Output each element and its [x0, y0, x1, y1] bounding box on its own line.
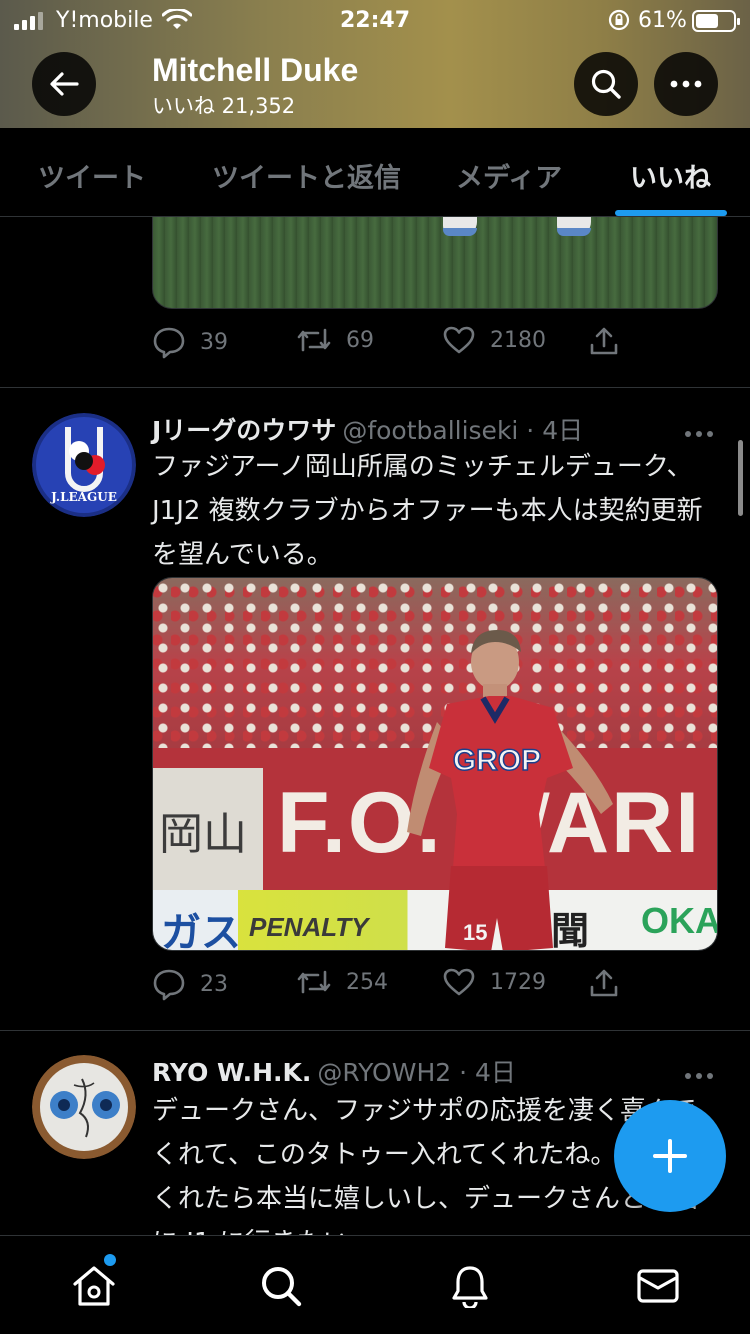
mail-icon	[637, 1269, 679, 1303]
plus-icon	[653, 1139, 687, 1173]
avatar[interactable]: J.LEAGUE	[32, 413, 136, 517]
scrollbar[interactable]	[738, 440, 743, 516]
search-icon	[591, 69, 621, 99]
notification-dot	[104, 1254, 116, 1266]
share-icon	[590, 327, 618, 355]
nav-search[interactable]	[257, 1262, 305, 1310]
heart-icon	[443, 326, 475, 354]
tweet-actions: 23 254 1729	[152, 967, 718, 1007]
rotation-lock-icon	[608, 9, 630, 31]
retweet-icon	[297, 970, 331, 994]
timeline[interactable]: 39 69 2180 J.LEAGUE Jリーグのウワサ @footballise…	[0, 217, 750, 1235]
like-button[interactable]: 1729	[442, 967, 546, 997]
heart-icon	[443, 968, 475, 996]
profile-header: Y!mobile 22:47 61% Mitchell Duke いいね 21,…	[0, 0, 750, 128]
tweet-header: Jリーグのウワサ @footballiseki · 4日	[152, 411, 583, 447]
more-horizontal-icon	[685, 431, 713, 437]
banner-kanji-panel: 岡山	[153, 768, 263, 898]
author-name[interactable]: RYO W.H.K.	[152, 1058, 311, 1087]
tweet-more-button[interactable]	[684, 423, 714, 442]
arrow-left-icon	[50, 72, 79, 96]
more-horizontal-icon	[685, 1073, 713, 1079]
reply-button[interactable]: 39	[152, 325, 228, 359]
reply-count: 23	[200, 971, 228, 997]
tweet-actions: 39 69 2180	[152, 325, 718, 365]
svg-text:GROP: GROP	[453, 744, 541, 777]
status-bar: Y!mobile 22:47 61%	[0, 0, 750, 44]
like-count: 1729	[490, 969, 546, 995]
retweet-count: 69	[346, 327, 374, 353]
tweet-image[interactable]: 岡山 F.O. WARI ガス PENALTY 新聞 OKA GROP 15	[152, 577, 718, 951]
back-button[interactable]	[32, 52, 96, 116]
tab-media[interactable]: メディア	[456, 156, 562, 195]
active-tab-indicator	[615, 210, 727, 216]
bottom-navigation	[0, 1235, 750, 1334]
home-icon	[73, 1266, 115, 1306]
player-boot	[557, 217, 591, 236]
retweet-icon	[297, 328, 331, 352]
like-count: 2180	[490, 327, 546, 353]
battery-icon	[692, 10, 740, 32]
nav-home[interactable]	[70, 1262, 118, 1310]
battery-level	[696, 14, 718, 28]
retweet-button[interactable]: 254	[296, 967, 388, 997]
compose-tweet-button[interactable]	[614, 1100, 726, 1212]
handle-and-time[interactable]: @RYOWH2 · 4日	[317, 1058, 516, 1087]
tab-tweets-and-replies[interactable]: ツイートと返信	[212, 156, 401, 195]
like-button[interactable]: 2180	[442, 325, 546, 355]
jleague-logo: J.LEAGUE	[32, 413, 136, 517]
profile-name: Mitchell Duke	[152, 52, 359, 88]
more-options-button[interactable]	[654, 52, 718, 116]
tweet-divider	[0, 1030, 750, 1031]
retweet-button[interactable]: 69	[296, 325, 374, 355]
signed-ball-avatar	[32, 1055, 136, 1159]
more-horizontal-icon	[670, 80, 702, 88]
search-button[interactable]	[574, 52, 638, 116]
svg-text:15: 15	[463, 920, 487, 945]
retweet-count: 254	[346, 969, 388, 995]
tweet-more-button[interactable]	[684, 1065, 714, 1084]
tweet-divider	[0, 387, 750, 388]
bell-icon	[452, 1266, 488, 1308]
handle-and-time[interactable]: @footballiseki · 4日	[342, 416, 583, 445]
tab-tweets[interactable]: ツイート	[38, 156, 146, 195]
reply-count: 39	[200, 329, 228, 355]
reply-icon	[153, 327, 185, 359]
share-button[interactable]	[588, 967, 620, 999]
tweet-header: RYO W.H.K. @RYOWH2 · 4日	[152, 1053, 516, 1089]
share-icon	[590, 969, 618, 997]
tab-likes[interactable]: いいね	[630, 156, 711, 195]
nav-messages[interactable]	[634, 1262, 682, 1310]
nav-notifications[interactable]	[446, 1262, 494, 1310]
svg-text:J.LEAGUE: J.LEAGUE	[50, 490, 117, 504]
battery-percent: 61%	[638, 8, 687, 33]
tweet-text: ファジアーノ岡山所属のミッチェルデューク、J1J2 複数クラブからオファーも本人…	[152, 452, 703, 570]
likes-count: いいね 21,352	[152, 94, 296, 118]
search-icon	[262, 1267, 302, 1307]
player-figure: GROP 15	[407, 630, 613, 950]
tweet-image[interactable]	[152, 217, 718, 309]
share-button[interactable]	[588, 325, 620, 357]
player-boot	[443, 217, 477, 236]
reply-icon	[153, 969, 185, 1001]
avatar[interactable]	[32, 1055, 136, 1159]
profile-tabs: ツイート ツイートと返信 メディア いいね	[0, 128, 750, 217]
reply-button[interactable]: 23	[152, 967, 228, 1001]
author-name[interactable]: Jリーグのウワサ	[152, 416, 336, 445]
